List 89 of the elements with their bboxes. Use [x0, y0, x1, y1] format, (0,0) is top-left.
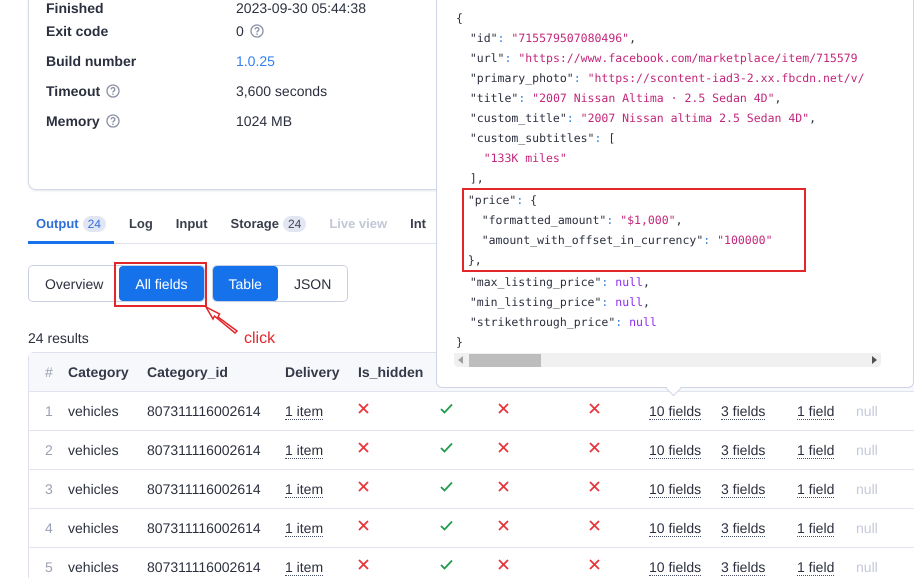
code-line: "133K miles": [482, 150, 567, 167]
horizontal-scrollbar[interactable]: [454, 353, 881, 367]
code-line: "id": "715579507080496",: [468, 30, 636, 47]
expand-link[interactable]: 3 fields: [721, 520, 766, 536]
code-line: "price": {: [466, 192, 538, 209]
null-value: null: [856, 559, 879, 575]
code-line: ],: [468, 170, 484, 187]
tab[interactable]: Input: [168, 204, 216, 244]
view-mode-button[interactable]: All fields: [119, 266, 204, 301]
expand-link[interactable]: 10 fields: [649, 442, 702, 458]
expand-link[interactable]: 1 item: [285, 402, 324, 420]
column-header[interactable]: Category_id: [147, 364, 285, 380]
field-value: 2023-09-30 05:44:38: [236, 0, 366, 16]
table-cell-text: 807311116002614: [147, 559, 262, 575]
count-badge: 24: [282, 216, 306, 232]
expand-link[interactable]: 1 item: [285, 520, 324, 536]
table-cell-text: vehicles: [68, 559, 120, 575]
row-number: 5: [45, 559, 54, 575]
help-icon[interactable]: [106, 84, 120, 98]
column-header[interactable]: Delivery: [285, 364, 358, 380]
expand-link[interactable]: 10 fields: [649, 402, 702, 420]
build-link[interactable]: 1.0.25: [236, 53, 275, 69]
results-count: 24 results: [28, 330, 89, 346]
code-line: "max_listing_price": null,: [468, 274, 650, 291]
tab[interactable]: Int: [402, 204, 434, 244]
expand-link[interactable]: 1 field: [797, 480, 834, 498]
scroll-right-icon[interactable]: [872, 356, 877, 364]
expand-link[interactable]: 1 item: [285, 442, 324, 458]
field-value: 3,600 seconds: [236, 83, 328, 99]
table-cell-text: 807311116002614: [147, 403, 262, 419]
null-value: null: [856, 442, 879, 458]
null-value: null: [856, 481, 879, 497]
table-cell-text: vehicles: [68, 481, 120, 497]
field-label: Timeout: [46, 83, 100, 99]
expand-link[interactable]: 10 fields: [649, 480, 702, 498]
code-line: {: [456, 10, 463, 27]
scroll-left-icon[interactable]: [458, 356, 463, 364]
column-header[interactable]: Category: [68, 364, 147, 380]
column-header[interactable]: Is_hidden: [358, 364, 440, 380]
table-cell-text: vehicles: [68, 442, 120, 458]
expand-link[interactable]: 1 item: [285, 480, 324, 498]
null-value: null: [856, 403, 879, 419]
code-line: }: [456, 334, 463, 351]
field-value: 1024 MB: [236, 113, 292, 129]
expand-link[interactable]: 1 field: [797, 520, 834, 536]
tab[interactable]: Storage 24: [222, 204, 314, 244]
scrollbar-thumb[interactable]: [469, 354, 541, 366]
field-label: Finished: [46, 0, 104, 16]
code-line: "custom_title": "2007 Nissan altima 2.5 Sedan 4D",: [468, 110, 816, 127]
format-button[interactable]: Table: [212, 266, 278, 301]
code-line: "strikethrough_price": null: [468, 314, 657, 331]
table-cell-text: 807311116002614: [147, 520, 262, 536]
table-cell-text: vehicles: [68, 403, 120, 419]
field-label: Build number: [46, 53, 136, 69]
table-cell-text: 807311116002614: [147, 442, 262, 458]
code-line: "primary_photo": "https://scontent-iad3-2.xx.fbcdn.net/v/: [468, 70, 865, 87]
expand-link[interactable]: 3 fields: [721, 480, 766, 498]
code-line: "url": "https://www.facebook.com/marketplace/item/715579: [468, 50, 858, 67]
help-icon[interactable]: [250, 24, 264, 38]
expand-link[interactable]: 3 fields: [721, 442, 766, 458]
expand-link[interactable]: 1 item: [285, 558, 324, 576]
row-number: 3: [45, 481, 54, 497]
expand-link[interactable]: 3 fields: [721, 402, 766, 420]
expand-link[interactable]: 10 fields: [649, 520, 702, 536]
expand-link[interactable]: 10 fields: [649, 558, 702, 576]
null-value: null: [856, 520, 879, 536]
expand-link[interactable]: 1 field: [797, 442, 834, 458]
code-line: "custom_subtitles": [: [468, 130, 616, 147]
code-line: "amount_with_offset_in_currency": "100000": [480, 232, 772, 249]
row-number: 2: [45, 442, 54, 458]
code-line: "formatted_amount": "$1,000",: [480, 212, 683, 229]
annotation-text: click: [244, 330, 276, 348]
code-line: },: [466, 252, 482, 269]
expand-link[interactable]: 1 field: [797, 558, 834, 576]
code-line: "title": "2007 Nissan Altima · 2.5 Sedan 4D",: [468, 90, 782, 107]
table-cell-text: 807311116002614: [147, 481, 262, 497]
expand-link[interactable]: 1 field: [797, 402, 834, 420]
row-number: 1: [45, 403, 54, 419]
count-badge: 24: [82, 216, 106, 232]
table-cell-text: vehicles: [68, 520, 120, 536]
field-label: Exit code: [46, 23, 108, 39]
field-value: 0: [236, 23, 244, 39]
tab[interactable]: Log: [120, 204, 161, 244]
expand-link[interactable]: 3 fields: [721, 558, 766, 576]
row-number: 4: [45, 520, 54, 536]
help-icon[interactable]: [106, 114, 120, 128]
tab[interactable]: Output 24: [28, 204, 114, 244]
field-label: Memory: [46, 113, 100, 129]
code-line: "min_listing_price": null,: [468, 294, 650, 311]
